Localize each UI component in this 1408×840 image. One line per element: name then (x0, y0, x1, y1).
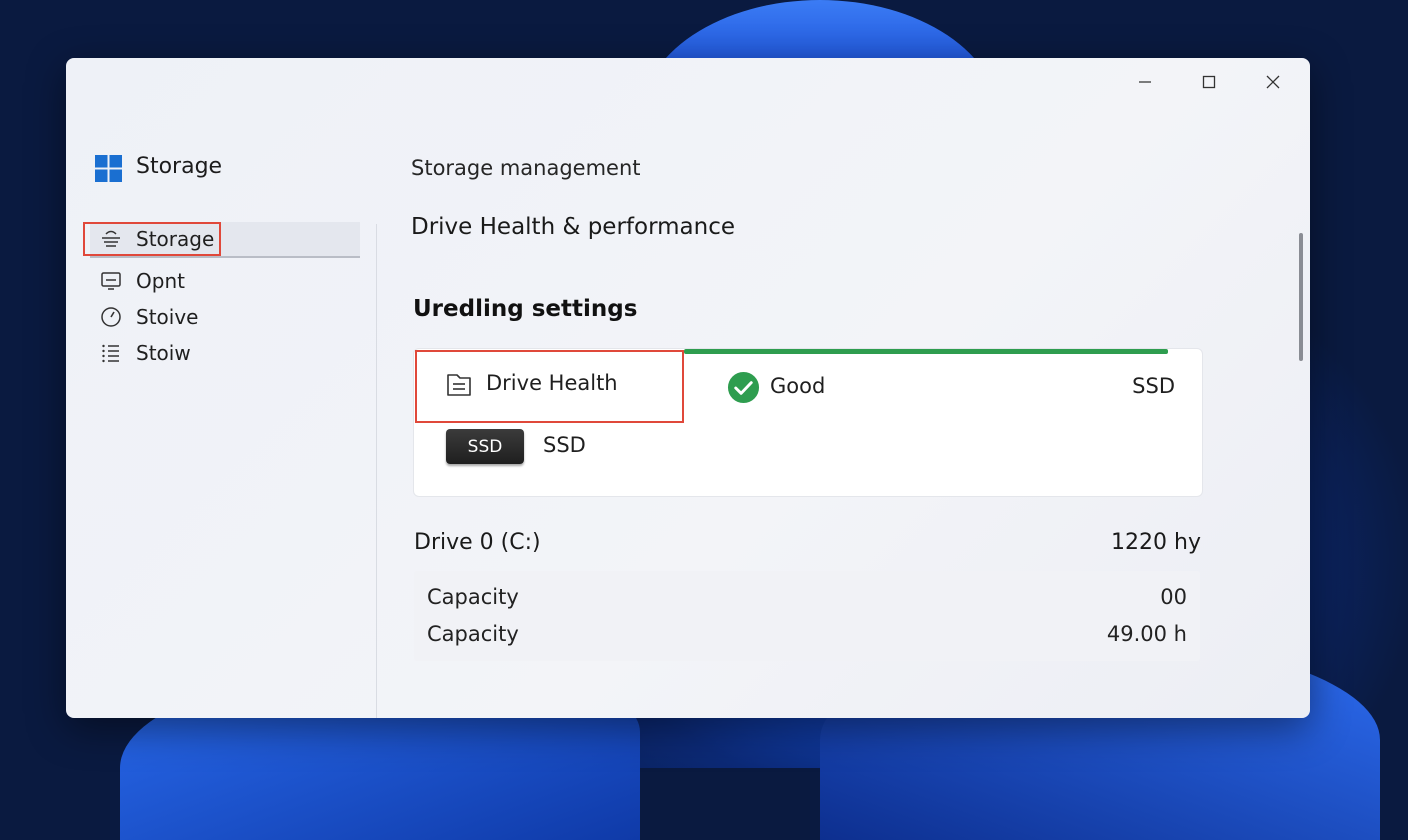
section-title: Uredling settings (413, 296, 638, 322)
check-circle-icon (727, 371, 760, 404)
maximize-button[interactable] (1186, 64, 1232, 100)
settings-window: Storage Storage Opnt Stoive Stoiw Storag… (66, 58, 1310, 718)
drive-health-icon (447, 374, 471, 396)
capacity-label: Capacity (427, 585, 519, 609)
breadcrumb: Storage management (411, 156, 641, 180)
list-item: Capacity 00 (427, 585, 1187, 609)
capacity-value: 49.00 h (1106, 622, 1187, 646)
sidebar-divider (376, 224, 377, 718)
sidebar-item-label: Opnt (136, 269, 185, 293)
ssd-badge: SSD (446, 429, 524, 464)
sidebar-item-label: Stoive (136, 305, 199, 329)
drive-health-card: Drive Health Good SSD SSD SSD (413, 348, 1203, 497)
drive-size: 1220 hy (1111, 530, 1201, 555)
drive-name: Drive 0 (C:) (414, 530, 541, 555)
windows-logo-icon (95, 155, 122, 182)
maximize-icon (1202, 75, 1216, 89)
page-title: Drive Health & performance (411, 214, 736, 240)
gauge-icon (100, 306, 122, 328)
drive-health-link[interactable]: Drive Health (486, 371, 618, 395)
health-status: Good (770, 374, 826, 398)
capacity-panel: Capacity 00 Capacity 49.00 h (414, 571, 1200, 661)
sidebar-item-opnt[interactable]: Opnt (90, 264, 360, 298)
list-icon (100, 342, 122, 364)
scrollbar[interactable] (1299, 233, 1303, 361)
list-item: Capacity 49.00 h (427, 622, 1187, 646)
monitor-icon (100, 270, 122, 292)
sidebar-item-label: Stoiw (136, 341, 191, 365)
sidebar-item-stoive[interactable]: Stoive (90, 300, 360, 334)
close-icon (1266, 75, 1280, 89)
capacity-label: Capacity (427, 622, 519, 646)
storage-icon (100, 228, 122, 250)
capacity-value: 00 (1160, 585, 1187, 609)
health-status-bar (684, 349, 1168, 354)
sidebar-item-storage[interactable]: Storage (90, 222, 360, 258)
app-title: Storage (136, 154, 223, 179)
minimize-button[interactable] (1122, 64, 1168, 100)
sidebar-item-label: Storage (136, 227, 215, 251)
drive-type: SSD (1132, 374, 1175, 398)
media-type: SSD (543, 433, 586, 457)
sidebar-item-stoiw[interactable]: Stoiw (90, 336, 360, 370)
close-button[interactable] (1250, 64, 1296, 100)
minimize-icon (1139, 81, 1151, 83)
